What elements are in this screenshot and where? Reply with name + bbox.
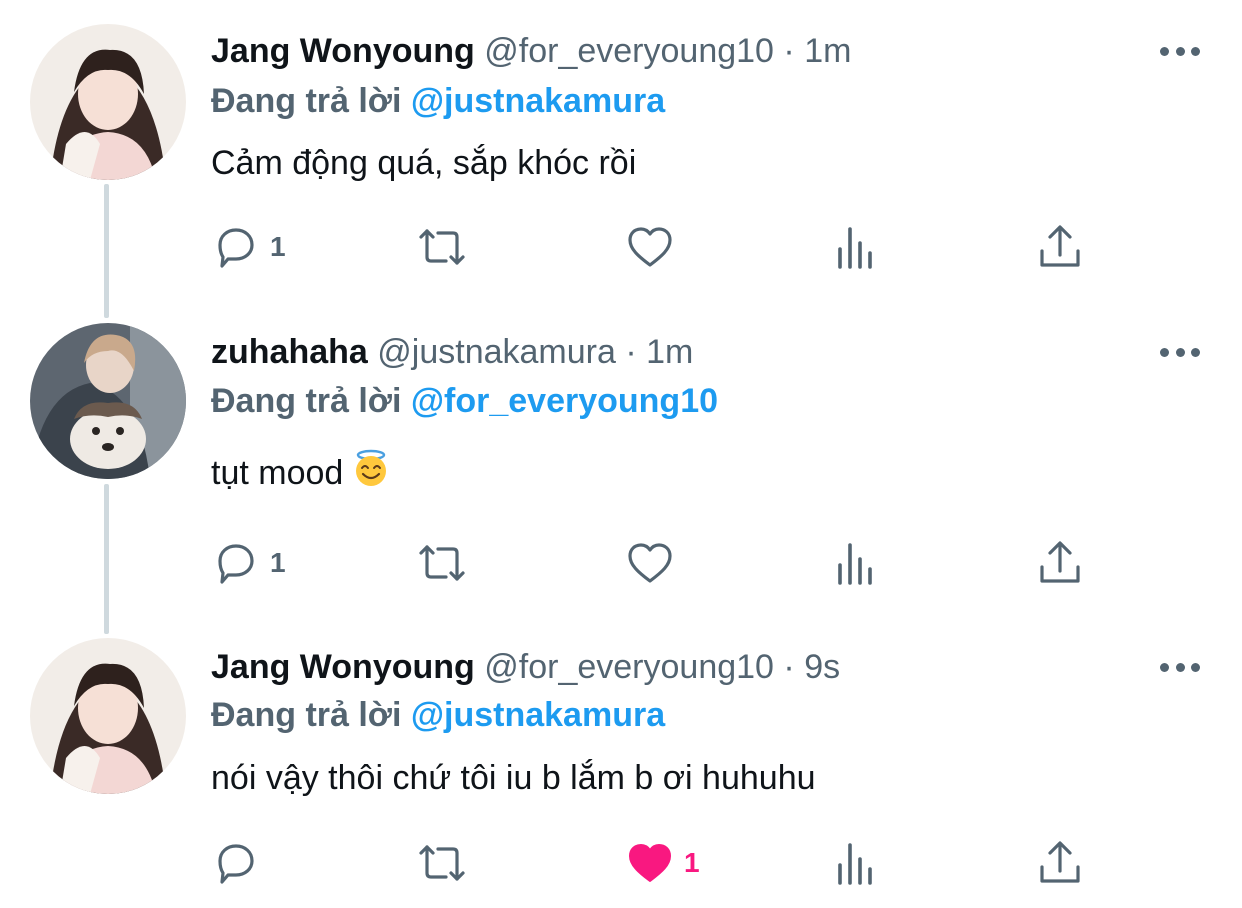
tweet[interactable]: Jang Wonyoung @for_everyoung10 · 1m Đang… bbox=[0, 0, 1242, 318]
replying-prefix: Đang trả lời bbox=[211, 82, 402, 120]
retweet-button[interactable] bbox=[418, 838, 466, 888]
more-options-icon[interactable] bbox=[1160, 44, 1200, 58]
reply-button[interactable] bbox=[212, 838, 270, 888]
analytics-button[interactable] bbox=[832, 222, 880, 272]
like-button[interactable]: 1 bbox=[626, 838, 700, 888]
replying-to: Đang trả lời @justnakamura bbox=[211, 695, 665, 735]
share-button[interactable] bbox=[1036, 222, 1084, 272]
avatar-photo bbox=[30, 24, 186, 180]
tweet-text-content: tụt mood bbox=[211, 454, 344, 492]
avatar-photo bbox=[30, 638, 186, 794]
like-icon-filled bbox=[629, 844, 671, 882]
reply-icon bbox=[218, 844, 254, 884]
replying-mention[interactable]: @justnakamura bbox=[411, 82, 665, 120]
replying-to: Đang trả lời @justnakamura bbox=[211, 81, 665, 121]
like-count: 1 bbox=[684, 847, 700, 878]
display-name[interactable]: Jang Wonyoung bbox=[211, 32, 475, 70]
tweet-text: tụt mood bbox=[211, 449, 389, 496]
separator: · bbox=[783, 32, 795, 70]
share-icon bbox=[1040, 841, 1080, 883]
retweet-button[interactable] bbox=[418, 222, 466, 272]
tweet-actions: 1 bbox=[0, 538, 1242, 588]
analytics-button[interactable] bbox=[832, 838, 880, 888]
reply-button[interactable]: 1 bbox=[212, 222, 286, 272]
display-name[interactable]: Jang Wonyoung bbox=[211, 648, 475, 686]
reply-count: 1 bbox=[270, 547, 286, 578]
user-handle[interactable]: @for_everyoung10 bbox=[484, 648, 774, 686]
tweet-actions: 1 bbox=[0, 222, 1242, 272]
timestamp[interactable]: 9s bbox=[804, 648, 840, 686]
like-icon bbox=[628, 543, 672, 583]
avatar[interactable] bbox=[30, 24, 186, 180]
share-button[interactable] bbox=[1036, 838, 1084, 888]
tweet-text: Cảm động quá, sắp khóc rồi bbox=[211, 144, 637, 182]
replying-to: Đang trả lời @for_everyoung10 bbox=[211, 381, 718, 421]
like-button[interactable] bbox=[626, 538, 674, 588]
timestamp[interactable]: 1m bbox=[646, 333, 693, 371]
tweet-text: nói vậy thôi chứ tôi iu b lắm b ơi huhuh… bbox=[211, 759, 816, 797]
analytics-icon bbox=[838, 843, 872, 885]
more-options-icon[interactable] bbox=[1160, 345, 1200, 359]
smiling-face-with-halo-emoji bbox=[353, 449, 389, 496]
timestamp[interactable]: 1m bbox=[804, 32, 851, 70]
share-button[interactable] bbox=[1036, 538, 1084, 588]
user-handle[interactable]: @justnakamura bbox=[377, 333, 616, 371]
analytics-icon bbox=[838, 227, 872, 269]
reply-icon bbox=[218, 228, 254, 268]
replying-prefix: Đang trả lời bbox=[211, 382, 402, 420]
tweet[interactable]: zuhahaha @justnakamura · 1m Đang trả lời… bbox=[0, 318, 1242, 634]
display-name[interactable]: zuhahaha bbox=[211, 333, 368, 371]
analytics-button[interactable] bbox=[832, 538, 880, 588]
tweet-header: zuhahaha @justnakamura · 1m bbox=[211, 332, 693, 372]
tweet-actions: 1 bbox=[0, 838, 1242, 888]
avatar[interactable] bbox=[30, 323, 186, 479]
like-button[interactable] bbox=[626, 222, 674, 272]
retweet-button[interactable] bbox=[418, 538, 466, 588]
analytics-icon bbox=[838, 543, 872, 585]
separator: · bbox=[625, 333, 637, 371]
separator: · bbox=[783, 648, 795, 686]
user-handle[interactable]: @for_everyoung10 bbox=[484, 32, 774, 70]
avatar[interactable] bbox=[30, 638, 186, 794]
replying-mention[interactable]: @justnakamura bbox=[411, 696, 665, 734]
tweet[interactable]: Jang Wonyoung @for_everyoung10 · 9s Đang… bbox=[0, 634, 1242, 908]
reply-count: 1 bbox=[270, 231, 286, 262]
share-icon bbox=[1040, 225, 1080, 267]
tweet-header: Jang Wonyoung @for_everyoung10 · 9s bbox=[211, 647, 840, 687]
retweet-icon bbox=[419, 845, 465, 881]
reply-icon bbox=[218, 544, 254, 584]
more-options-icon[interactable] bbox=[1160, 660, 1200, 674]
tweet-header: Jang Wonyoung @for_everyoung10 · 1m bbox=[211, 31, 851, 71]
replying-mention[interactable]: @for_everyoung10 bbox=[411, 382, 718, 420]
reply-button[interactable]: 1 bbox=[212, 538, 286, 588]
like-icon bbox=[628, 227, 672, 267]
retweet-icon bbox=[419, 545, 465, 581]
retweet-icon bbox=[419, 229, 465, 265]
avatar-photo bbox=[30, 323, 186, 479]
share-icon bbox=[1040, 541, 1080, 583]
replying-prefix: Đang trả lời bbox=[211, 696, 402, 734]
